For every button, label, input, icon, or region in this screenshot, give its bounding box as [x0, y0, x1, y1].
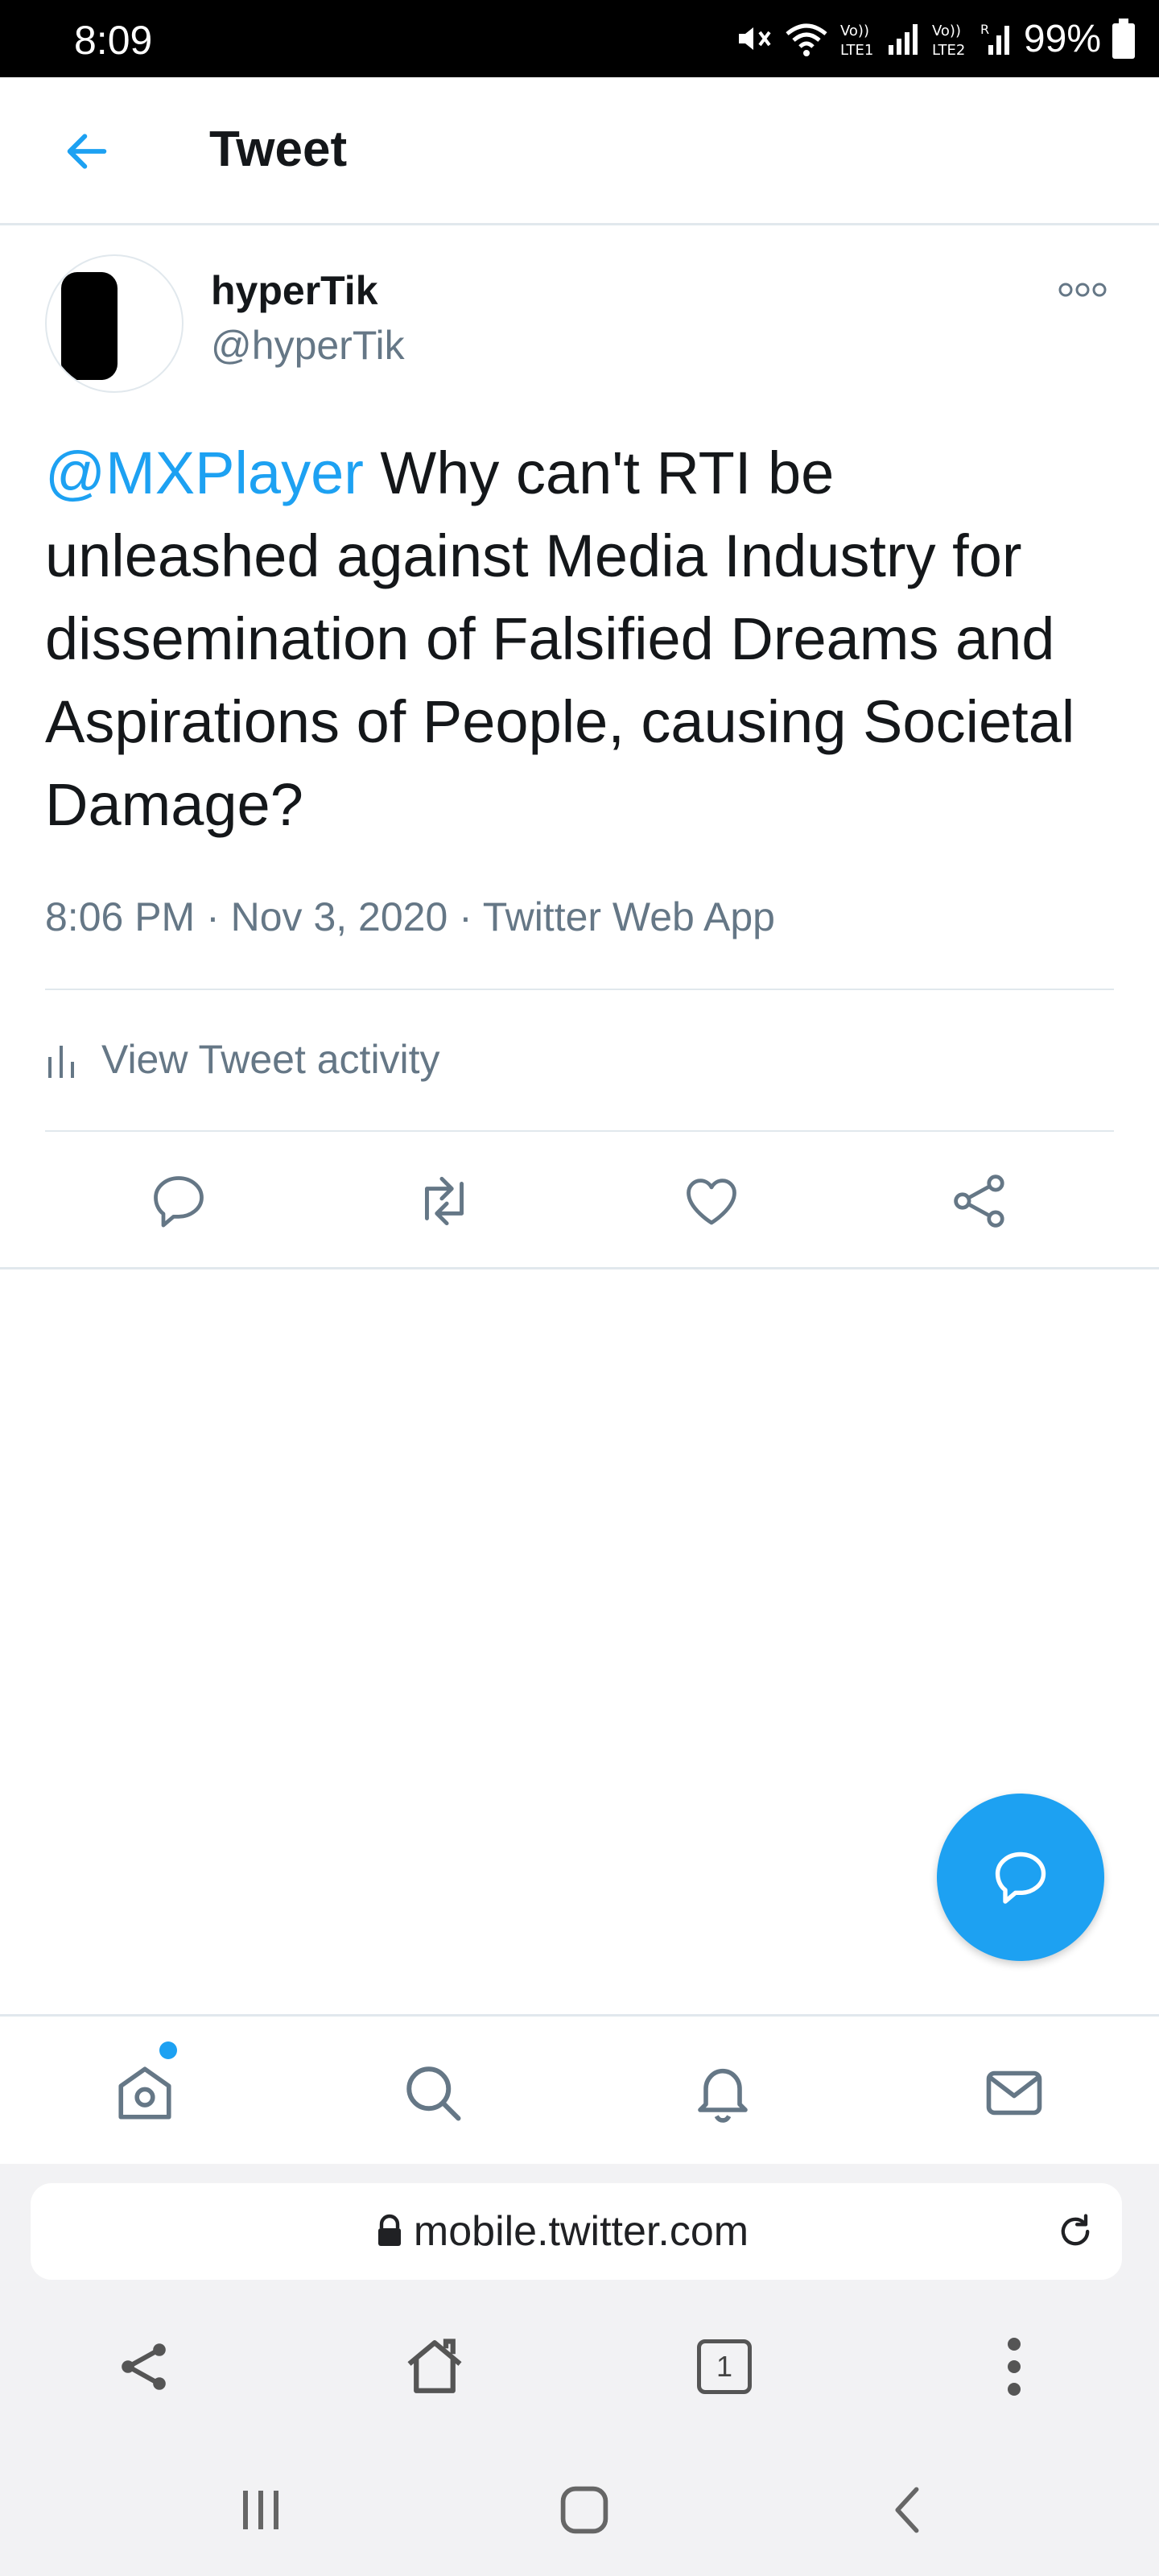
- system-home-button[interactable]: [536, 2470, 633, 2550]
- status-bar: 8:09 Vo)) LTE1 Vo)) LTE2 R 99%: [0, 0, 1159, 77]
- signal-lte1-icon: Vo)) LTE1: [840, 23, 918, 58]
- lock-icon: [378, 2214, 401, 2246]
- recent-apps-icon: [243, 2491, 278, 2529]
- tweet-timestamp: 8:06 PM · Nov 3, 2020 · Twitter Web App: [45, 894, 775, 939]
- home-icon: [118, 2066, 171, 2120]
- like-button[interactable]: [663, 1159, 760, 1243]
- system-back-button[interactable]: [860, 2470, 956, 2550]
- notifications-icon: [698, 2068, 748, 2123]
- url-text: mobile.twitter.com: [413, 2208, 749, 2255]
- nav-home[interactable]: [97, 2049, 193, 2137]
- battery-percent: 99%: [1023, 17, 1101, 60]
- new-activity-dot: [159, 2041, 177, 2059]
- signal-lte2-icon: Vo)) LTE2 R: [932, 22, 1009, 58]
- more-options-button[interactable]: [1046, 266, 1119, 314]
- view-tweet-activity-link[interactable]: View Tweet activity: [45, 1011, 440, 1108]
- like-icon: [687, 1179, 736, 1225]
- bottom-nav: [0, 2014, 1159, 2164]
- retweet-icon: [425, 1176, 464, 1226]
- page-title: Tweet: [209, 122, 348, 177]
- back-arrow-icon: [67, 134, 107, 169]
- system-back-icon: [895, 2487, 919, 2533]
- display-name[interactable]: hyperTik: [211, 266, 378, 316]
- reply-button[interactable]: [130, 1159, 227, 1243]
- browser-menu-button[interactable]: [966, 2318, 1062, 2415]
- mention-link[interactable]: @MXPlayer: [45, 440, 364, 506]
- search-icon: [406, 2066, 461, 2121]
- svg-text:LTE2: LTE2: [932, 42, 965, 58]
- nav-messages[interactable]: [966, 2049, 1062, 2137]
- back-button[interactable]: [45, 118, 129, 185]
- tweet-text: @MXPlayer Why can't RTI be unleashed aga…: [45, 431, 1124, 846]
- share-icon: [122, 2343, 166, 2390]
- share-button[interactable]: [932, 1159, 1029, 1243]
- user-handle[interactable]: @hyperTik: [211, 320, 405, 370]
- analytics-icon: [48, 1046, 74, 1078]
- tabs-button[interactable]: 1: [676, 2318, 773, 2415]
- browser-share-button[interactable]: [97, 2318, 193, 2415]
- browser-home-button[interactable]: [386, 2318, 483, 2415]
- messages-icon: [986, 2070, 1042, 2116]
- activity-label: View Tweet activity: [101, 1037, 440, 1082]
- recent-apps-button[interactable]: [212, 2470, 309, 2550]
- system-home-icon: [560, 2486, 608, 2534]
- avatar[interactable]: [45, 254, 184, 393]
- reload-icon: [1061, 2214, 1090, 2246]
- svg-text:Vo)): Vo)): [840, 23, 869, 39]
- more-options-icon: [1058, 283, 1107, 297]
- browser-toolbar: mobile.twitter.com 1: [0, 2164, 1159, 2438]
- svg-text:LTE1: LTE1: [840, 42, 873, 58]
- divider: [45, 989, 1114, 990]
- mute-icon: [738, 27, 771, 50]
- reply-icon: [154, 1176, 204, 1228]
- avatar-image: [61, 270, 171, 383]
- divider: [0, 1267, 1159, 1269]
- nav-search[interactable]: [385, 2049, 481, 2137]
- app-header: Tweet: [0, 77, 1159, 225]
- share-icon: [954, 1174, 1004, 1228]
- status-icons: Vo)) LTE1 Vo)) LTE2 R 99%: [734, 11, 1135, 66]
- reload-button[interactable]: [1043, 2201, 1107, 2262]
- divider: [45, 1130, 1114, 1132]
- compose-reply-fab[interactable]: [937, 1794, 1104, 1961]
- retweet-button[interactable]: [396, 1159, 493, 1243]
- svg-text:R: R: [980, 22, 989, 37]
- address-bar[interactable]: mobile.twitter.com: [31, 2183, 1122, 2280]
- system-nav-bar: [0, 2438, 1159, 2576]
- battery-icon: [1112, 19, 1135, 59]
- status-time: 8:09: [74, 18, 153, 63]
- svg-text:Vo)): Vo)): [932, 23, 961, 39]
- more-vert-icon: [1008, 2338, 1021, 2396]
- compose-reply-icon: [995, 1852, 1046, 1904]
- wifi-icon: [786, 23, 827, 56]
- tab-count: 1: [697, 2339, 752, 2394]
- nav-notifications[interactable]: [674, 2049, 771, 2137]
- home-icon: [407, 2339, 462, 2393]
